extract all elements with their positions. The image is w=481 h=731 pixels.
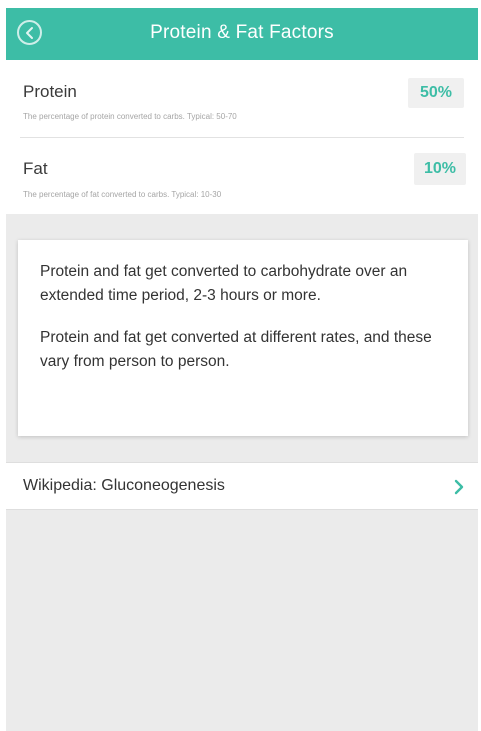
info-card: Protein and fat get converted to carbohy… [18,240,468,436]
fat-value-field[interactable]: 10% [414,153,466,185]
protein-value-field[interactable]: 50% [408,78,464,108]
header-bar: Protein & Fat Factors [6,8,478,60]
fat-description: The percentage of fat converted to carbs… [23,190,222,199]
fat-factor-row[interactable]: Fat The percentage of fat converted to c… [6,138,478,215]
wikipedia-link-label: Wikipedia: Gluconeogenesis [23,477,225,494]
chevron-right-icon [454,479,464,495]
info-paragraph-1: Protein and fat get converted to carbohy… [40,263,408,304]
protein-factor-row[interactable]: Protein The percentage of protein conver… [6,60,478,137]
protein-label: Protein [23,82,77,101]
wikipedia-link-row[interactable]: Wikipedia: Gluconeogenesis [6,462,478,510]
info-paragraph-2: Protein and fat get converted at differe… [40,329,432,370]
fat-label: Fat [23,159,48,178]
protein-description: The percentage of protein converted to c… [23,112,237,121]
factor-list: Protein The percentage of protein conver… [6,60,478,214]
screen: Protein & Fat Factors Protein The percen… [6,8,478,731]
page-title: Protein & Fat Factors [150,22,334,43]
